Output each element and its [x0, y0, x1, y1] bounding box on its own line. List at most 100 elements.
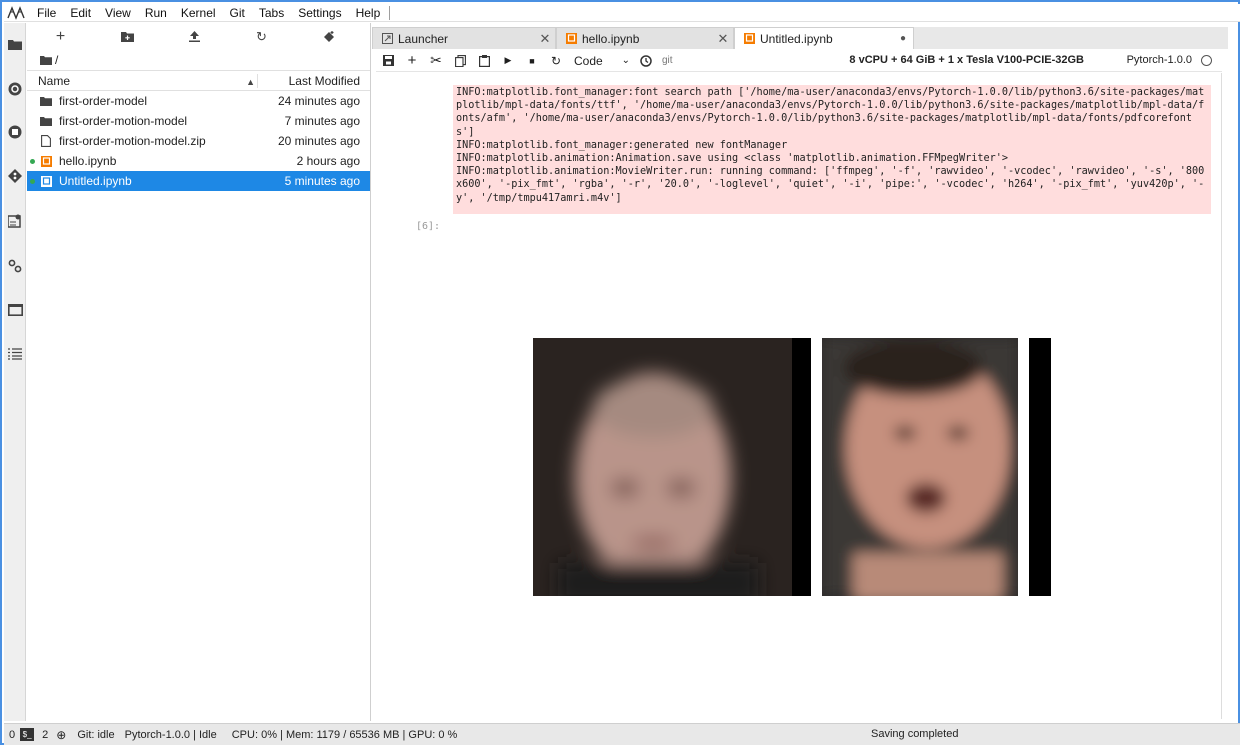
resource-spec: 8 vCPU + 64 GiB + 1 x Tesla V100-PCIE-32… [849, 54, 1084, 66]
git-icon[interactable] [4, 78, 26, 100]
file-list-item[interactable]: first-order-motion-model.zip 20 minutes a… [27, 131, 370, 151]
menu-settings[interactable]: Settings [291, 4, 348, 22]
notebook-toolbar: + ✂ ▶ ■ ↻ Code ⌄ git 8 vCPU + 64 GiB + 1… [376, 50, 1222, 72]
breadcrumb-path[interactable]: / [55, 53, 58, 67]
kernel-name-button[interactable]: Pytorch-1.0.0 [1127, 54, 1192, 66]
notebook-icon [39, 174, 53, 188]
gear-icon[interactable] [4, 255, 26, 277]
scissors-icon: ✂ [430, 52, 442, 68]
menu-separator [389, 5, 391, 20]
new-folder-icon [121, 31, 134, 42]
menu-run[interactable]: Run [138, 4, 174, 22]
kernel-count[interactable]: 2 [34, 729, 53, 741]
new-launcher-button[interactable]: + [27, 23, 94, 50]
tab-bar: Launcher ✕ hello.ipynb ✕ Untitled.ipynb … [372, 27, 1228, 49]
status-bar: 0 $_ 2 ⊕ Git: idle Pytorch-1.0.0 | Idle … [4, 723, 1240, 745]
git-clone-button[interactable] [295, 23, 362, 50]
file-list-item[interactable]: first-order-motion-model 7 minutes ago [27, 111, 370, 131]
insert-cell-button[interactable]: + [400, 50, 424, 72]
file-modified: 2 hours ago [296, 154, 360, 168]
tab-untitled-label: Untitled.ipynb [760, 31, 833, 46]
menu-git[interactable]: Git [223, 4, 252, 22]
notebook-panel[interactable]: INFO:matplotlib.font_manager:font search… [376, 73, 1222, 719]
running-indicator-icon [30, 159, 35, 164]
diamond-icon[interactable] [4, 165, 26, 187]
close-icon[interactable]: ✕ [713, 31, 733, 47]
main-area: Launcher ✕ hello.ipynb ✕ Untitled.ipynb … [372, 23, 1228, 721]
activity-bar [4, 23, 26, 721]
sort-ascending-icon: ▲ [246, 76, 255, 87]
terminal-count[interactable]: 0 [4, 729, 20, 741]
run-button[interactable]: ▶ [496, 50, 520, 72]
file-list-item[interactable]: first-order-model 24 minutes ago [27, 91, 370, 111]
menu-tabs[interactable]: Tabs [252, 4, 291, 22]
stderr-output: INFO:matplotlib.font_manager:font search… [453, 85, 1211, 214]
file-list-item[interactable]: hello.ipynb 2 hours ago [27, 151, 370, 171]
save-button[interactable] [376, 50, 400, 72]
file-list-header: Name ▲ Last Modified [27, 70, 370, 91]
cut-button[interactable]: ✂ [424, 50, 448, 72]
menu-file[interactable]: File [30, 4, 63, 22]
tab-launcher[interactable]: Launcher ✕ [372, 27, 556, 49]
file-modified: 20 minutes ago [277, 134, 360, 148]
menu-view[interactable]: View [98, 4, 138, 22]
file-browser: + ↻ / Name ▲ Last Modified first-order-m… [27, 23, 371, 721]
running-icon[interactable] [4, 121, 26, 143]
folder-icon[interactable] [4, 33, 26, 55]
clock-icon [640, 54, 652, 67]
breadcrumb: / [27, 50, 370, 70]
copy-button[interactable] [448, 50, 472, 72]
menu-help[interactable]: Help [349, 4, 388, 22]
git-status[interactable]: Git: idle [69, 729, 119, 741]
plus-icon: + [407, 52, 417, 69]
cell-type-value: Code [574, 53, 603, 68]
column-last-modified[interactable]: Last Modified [257, 73, 370, 88]
save-status: Saving completed [871, 728, 959, 740]
notebook-icon [564, 32, 578, 46]
git-clone-icon [323, 30, 334, 42]
cell-type-dropdown[interactable]: Code ⌄ [568, 54, 634, 68]
file-name: hello.ipynb [59, 154, 117, 168]
tab-hello-ipynb[interactable]: hello.ipynb ✕ [556, 27, 734, 49]
kernel-status-text[interactable]: Pytorch-1.0.0 | Idle [120, 729, 222, 741]
home-folder-icon[interactable] [40, 55, 52, 65]
menu-edit[interactable]: Edit [63, 4, 98, 22]
app-window: File Edit View Run Kernel Git Tabs Setti… [0, 0, 1240, 745]
file-browser-toolbar: + ↻ [27, 23, 370, 50]
history-button[interactable] [634, 50, 658, 72]
save-icon [382, 55, 394, 66]
file-modified: 24 minutes ago [277, 94, 360, 108]
menu-kernel[interactable]: Kernel [174, 4, 223, 22]
upload-button[interactable] [161, 23, 228, 50]
play-icon: ▶ [504, 55, 512, 65]
column-name-label: Name [38, 73, 71, 88]
restart-button[interactable]: ↻ [544, 50, 568, 72]
file-modified: 5 minutes ago [284, 174, 360, 188]
toc-icon[interactable] [4, 343, 26, 365]
refresh-icon: ↻ [256, 28, 267, 44]
output-prompt: [6]: [416, 221, 441, 232]
paste-button[interactable] [472, 50, 496, 72]
resource-usage: CPU: 0% | Mem: 1179 / 65536 MB | GPU: 0 … [231, 728, 458, 741]
terminal-icon: $_ [20, 728, 35, 741]
chevron-down-icon: ⌄ [621, 55, 630, 66]
file-icon [39, 134, 53, 148]
git-diff-button[interactable]: git [658, 55, 673, 66]
tab-untitled-ipynb[interactable]: Untitled.ipynb ● [734, 27, 914, 49]
file-list-item[interactable]: Untitled.ipynb 5 minutes ago [27, 171, 370, 191]
upload-icon [189, 31, 200, 42]
file-modified: 7 minutes ago [284, 114, 360, 128]
interrupt-button[interactable]: ■ [520, 50, 544, 72]
notebook-icon [39, 154, 53, 168]
close-icon[interactable]: ✕ [535, 31, 555, 47]
property-inspector-icon[interactable] [4, 210, 26, 232]
stop-icon: ■ [529, 55, 535, 66]
unsaved-dot-icon[interactable]: ● [893, 33, 913, 44]
new-folder-button[interactable] [94, 23, 161, 50]
refresh-button[interactable]: ↻ [228, 23, 295, 50]
animation-output-image [533, 338, 1051, 596]
tabs-icon[interactable] [4, 299, 26, 321]
column-name[interactable]: Name ▲ [27, 74, 257, 88]
plus-icon: + [55, 27, 66, 45]
menu-bar: File Edit View Run Kernel Git Tabs Setti… [4, 4, 1240, 22]
